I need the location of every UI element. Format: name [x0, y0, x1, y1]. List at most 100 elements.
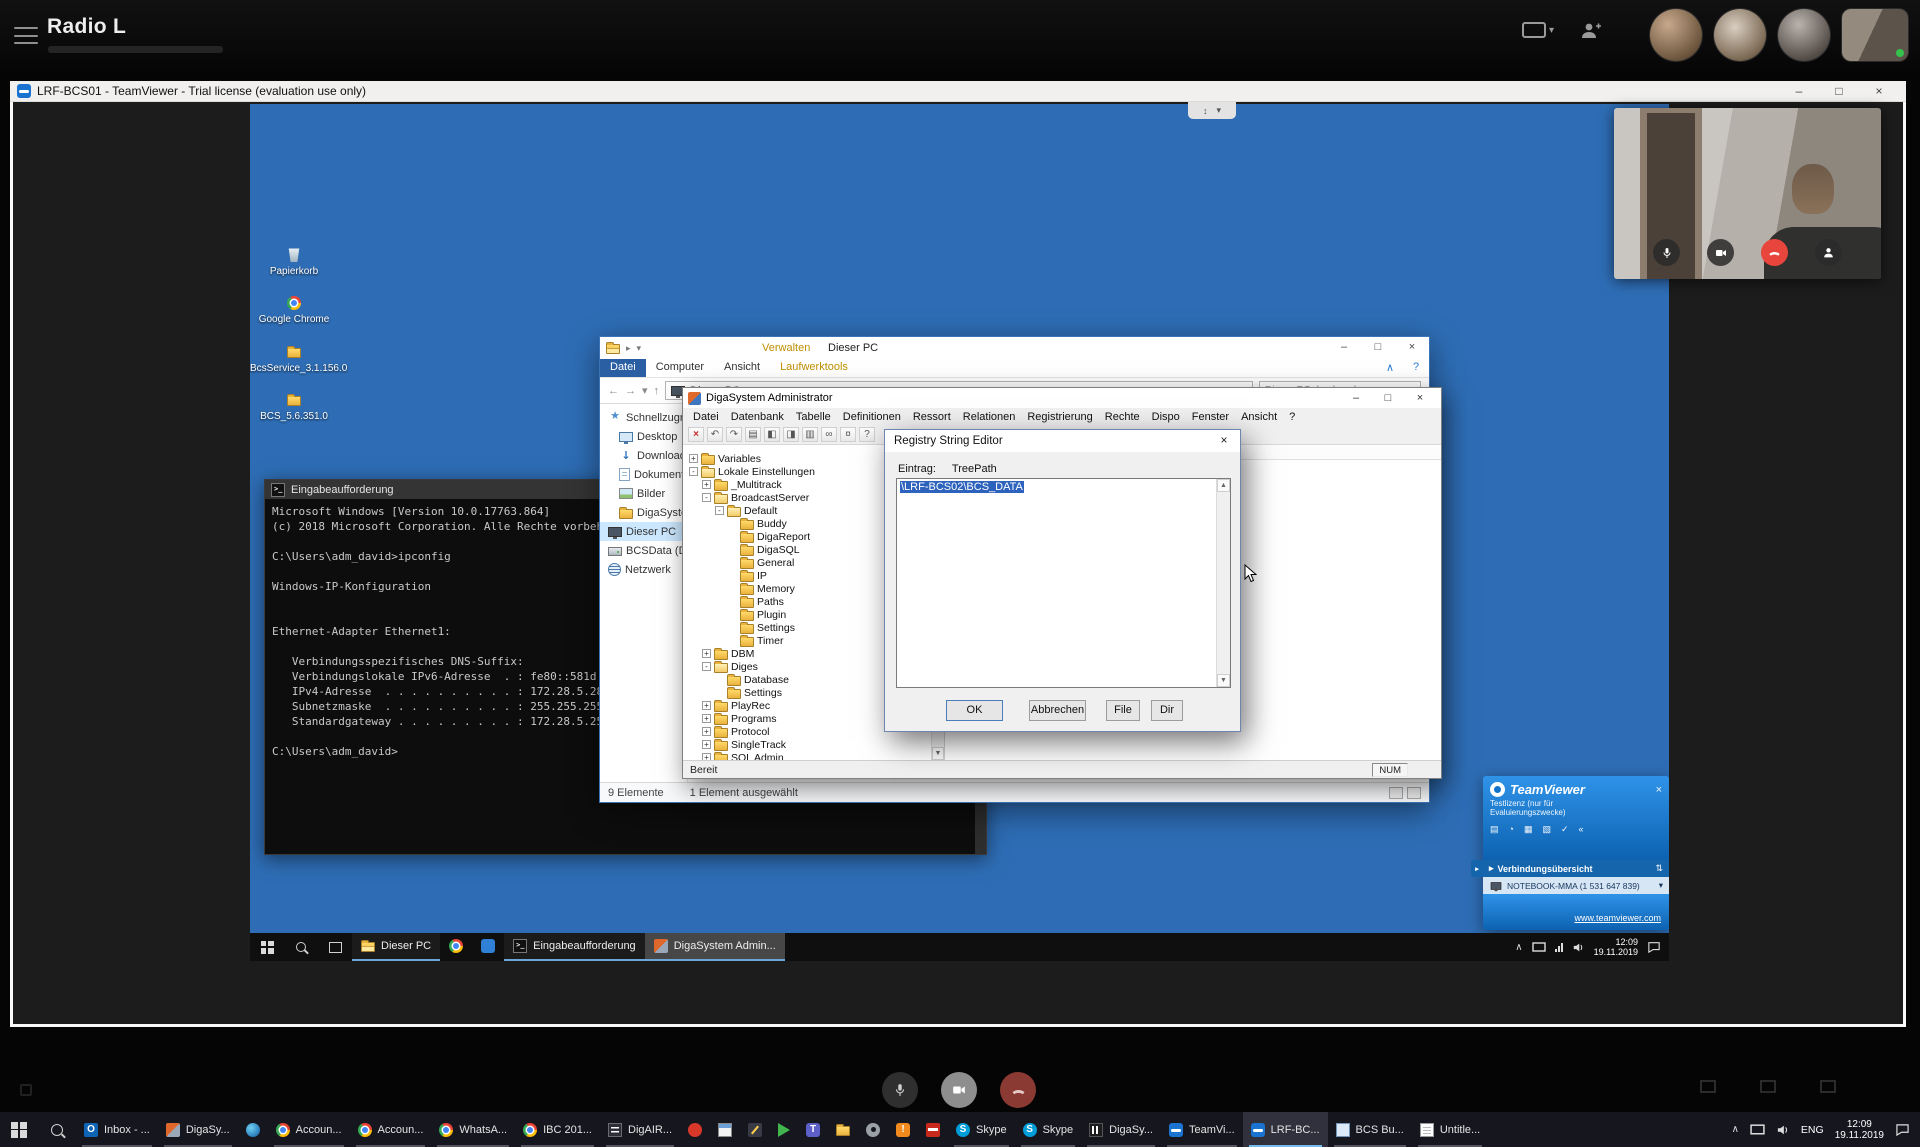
panel-action-icon[interactable]: ▦ [1524, 824, 1533, 835]
toolbar-button[interactable]: ? [859, 427, 875, 442]
taskbar-app-button[interactable]: Skype [1015, 1112, 1082, 1147]
desktop-icon[interactable]: Papierkorb [250, 246, 338, 277]
desktop-icon[interactable]: Google Chrome [250, 294, 338, 325]
tree-item[interactable]: + SingleTrack [687, 738, 944, 751]
taskbar-app-button[interactable]: Inbox - ... [76, 1112, 158, 1147]
dialog-button[interactable]: File [1106, 700, 1140, 721]
ribbon-context-tab[interactable]: Laufwerktools [770, 359, 858, 377]
task-view-icon[interactable] [318, 933, 352, 961]
display-icon[interactable] [1532, 942, 1546, 953]
notification-icon[interactable] [1895, 1123, 1910, 1136]
participant-avatar[interactable] [1650, 9, 1702, 61]
panel-action-icon[interactable]: « [1579, 824, 1584, 835]
textarea-scrollbar[interactable]: ▲ ▼ [1216, 479, 1230, 687]
taskbar-app-button[interactable] [440, 933, 472, 961]
menu-item[interactable]: Ansicht [1235, 411, 1283, 423]
minimize-button[interactable]: – [1340, 392, 1372, 404]
scroll-down-icon[interactable]: ▼ [932, 747, 944, 760]
taskbar-app-button[interactable]: BCS Bu... [1328, 1112, 1412, 1147]
chevron-down-icon[interactable]: ▾ [1659, 880, 1663, 891]
menu-item[interactable]: Fenster [1186, 411, 1235, 423]
sidebar-item[interactable]: Dieser PC [600, 522, 687, 541]
panel-action-icon[interactable]: ◔ [1509, 824, 1514, 835]
desktop-icon[interactable]: BcsService_3.1.156.0 [250, 343, 338, 374]
menu-item[interactable]: Datenbank [725, 411, 790, 423]
tree-expander[interactable]: + [702, 727, 711, 736]
display-icon[interactable] [1750, 1124, 1765, 1136]
tree-expander[interactable] [728, 623, 737, 632]
minimize-button[interactable]: – [1779, 81, 1819, 101]
tree-expander[interactable]: + [689, 454, 698, 463]
taskbar-app-button[interactable] [680, 1112, 710, 1147]
sidebar-item[interactable]: Dokumente [600, 465, 687, 484]
toolbar-button[interactable]: × [688, 427, 704, 442]
taskbar-app-button[interactable] [828, 1112, 858, 1147]
maximize-button[interactable]: □ [1819, 81, 1859, 101]
taskbar-app-button[interactable]: WhatsA... [431, 1112, 515, 1147]
taskbar-app-button[interactable]: TeamVi... [1161, 1112, 1243, 1147]
taskbar-app-button[interactable]: DigaSystem Admin... [645, 933, 785, 961]
volume-icon[interactable] [1776, 1124, 1790, 1136]
dialog-button[interactable]: OK [946, 700, 1003, 721]
taskbar-app-button[interactable] [238, 1112, 268, 1147]
tree-expander[interactable]: + [702, 701, 711, 710]
teamviewer-link[interactable]: www.teamviewer.com [1574, 913, 1661, 923]
tree-expander[interactable] [728, 597, 737, 606]
tree-expander[interactable] [728, 636, 737, 645]
tree-expander[interactable]: - [702, 662, 711, 671]
value-textarea[interactable]: \LRF-BCS02\BCS_DATA ▲ ▼ [896, 478, 1231, 688]
search-icon[interactable] [284, 933, 318, 961]
taskbar-app-button[interactable] [740, 1112, 770, 1147]
tree-expander[interactable]: + [702, 714, 711, 723]
ribbon-tab[interactable]: Datei [600, 359, 646, 377]
scroll-down-icon[interactable]: ▼ [1217, 674, 1230, 687]
menu-item[interactable]: ? [1283, 411, 1301, 423]
camera-button[interactable] [1707, 239, 1734, 266]
tree-expander[interactable] [728, 571, 737, 580]
taskbar-app-button[interactable] [888, 1112, 918, 1147]
taskbar-app-button[interactable]: DigaSy... [158, 1112, 238, 1147]
toolbar-button[interactable]: ¤ [840, 427, 856, 442]
tree-expander[interactable] [728, 584, 737, 593]
up-icon[interactable]: ↑ [654, 385, 660, 397]
hidden-icons-chevron[interactable]: ∧ [1732, 1124, 1739, 1135]
language-indicator[interactable]: ENG [1801, 1124, 1824, 1136]
teamviewer-titlebar[interactable]: LRF-BCS01 - TeamViewer - Trial license (… [10, 81, 1906, 102]
tree-expander[interactable]: + [702, 649, 711, 658]
close-button[interactable]: × [1859, 81, 1899, 101]
taskbar-app-button[interactable] [770, 1112, 798, 1147]
taskbar-app-button[interactable]: IBC 201... [515, 1112, 600, 1147]
panel-action-icon[interactable]: ✓ [1561, 824, 1569, 835]
sidebar-item[interactable]: DigaSystem [600, 503, 687, 522]
diga-titlebar[interactable]: DigaSystem Administrator – □ × [683, 388, 1441, 408]
add-person-icon[interactable] [1580, 22, 1602, 39]
menu-item[interactable]: Dispo [1146, 411, 1186, 423]
sidebar-item[interactable]: Bilder [600, 484, 687, 503]
session-toolbar-tab[interactable]: ↕ ▾ [1188, 102, 1236, 119]
taskbar-app-button[interactable]: Skype [948, 1112, 1015, 1147]
qat-button[interactable]: ▾ [637, 343, 642, 354]
toolbar-button[interactable]: ▤ [745, 427, 761, 442]
host-clock[interactable]: 12:09 19.11.2019 [1835, 1119, 1884, 1141]
desktop-icon[interactable]: BCS_5.6.351.0 [250, 391, 338, 422]
explorer-titlebar[interactable]: ▸ ▾ Verwalten Dieser PC – □ × [600, 337, 1429, 359]
network-icon[interactable] [1555, 943, 1563, 952]
chevron-down-icon[interactable]: ▾ [642, 384, 648, 397]
collapse-notch-icon[interactable]: ▸ [1471, 860, 1483, 877]
camera-button[interactable] [941, 1072, 977, 1108]
dialog-titlebar[interactable]: Registry String Editor × [885, 430, 1240, 452]
taskbar-app-button[interactable] [710, 1112, 740, 1147]
taskbar-app-button[interactable] [472, 933, 504, 961]
scroll-up-icon[interactable]: ▲ [1217, 479, 1230, 492]
menu-item[interactable]: Registrierung [1021, 411, 1098, 423]
present-screen-icon[interactable]: ▾ [1522, 22, 1554, 39]
toolbar-button[interactable]: ▥ [802, 427, 818, 442]
dialog-button[interactable]: Dir [1151, 700, 1183, 721]
list-view-icon[interactable] [1389, 787, 1403, 799]
tree-expander[interactable]: - [702, 493, 711, 502]
ribbon-tab[interactable]: Ansicht [714, 359, 770, 377]
taskbar-app-button[interactable]: Dieser PC [352, 933, 440, 961]
toolbar-button[interactable]: ↷ [726, 427, 742, 442]
menu-item[interactable]: Rechte [1099, 411, 1146, 423]
menu-icon[interactable] [14, 27, 38, 44]
